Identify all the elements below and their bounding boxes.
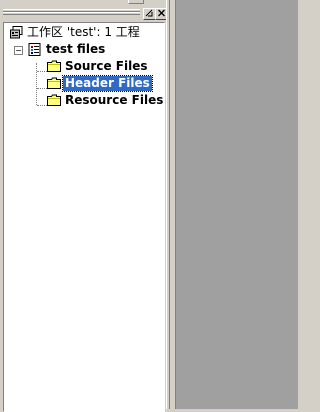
folder-label-selected: Header Files xyxy=(62,75,153,92)
folder-label: Source Files xyxy=(65,59,148,73)
tree-item-folder[interactable]: Header Files xyxy=(4,75,164,92)
project-name: test files xyxy=(46,42,106,56)
collapse-toggle[interactable]: − xyxy=(14,46,23,55)
tree-item-project[interactable]: − test files xyxy=(4,42,164,58)
close-icon xyxy=(158,9,165,17)
folder-label: Resource Files xyxy=(65,93,164,107)
tree-item-folder[interactable]: Resource Files xyxy=(4,93,164,109)
folder-icon xyxy=(47,60,61,72)
folder-icon xyxy=(47,77,61,89)
project-icon xyxy=(28,43,41,56)
mdi-client-area[interactable] xyxy=(175,0,298,409)
pane-splitter[interactable] xyxy=(166,0,170,409)
tree-item-folder[interactable]: Source Files xyxy=(4,59,164,75)
workspace-icon xyxy=(10,26,23,39)
file-tree[interactable]: 工作区 'test': 1 工程 − test files Source Fil… xyxy=(3,22,165,412)
restore-icon xyxy=(145,9,153,17)
tree-item-workspace[interactable]: 工作区 'test': 1 工程 xyxy=(4,25,164,41)
workspace-pane: 工作区 'test': 1 工程 − test files Source Fil… xyxy=(0,5,170,412)
dock-gripper[interactable] xyxy=(3,9,140,17)
toolbar-edge xyxy=(128,0,144,4)
folder-icon xyxy=(47,94,61,106)
workspace-title: 工作区 'test': 1 工程 xyxy=(27,25,140,39)
